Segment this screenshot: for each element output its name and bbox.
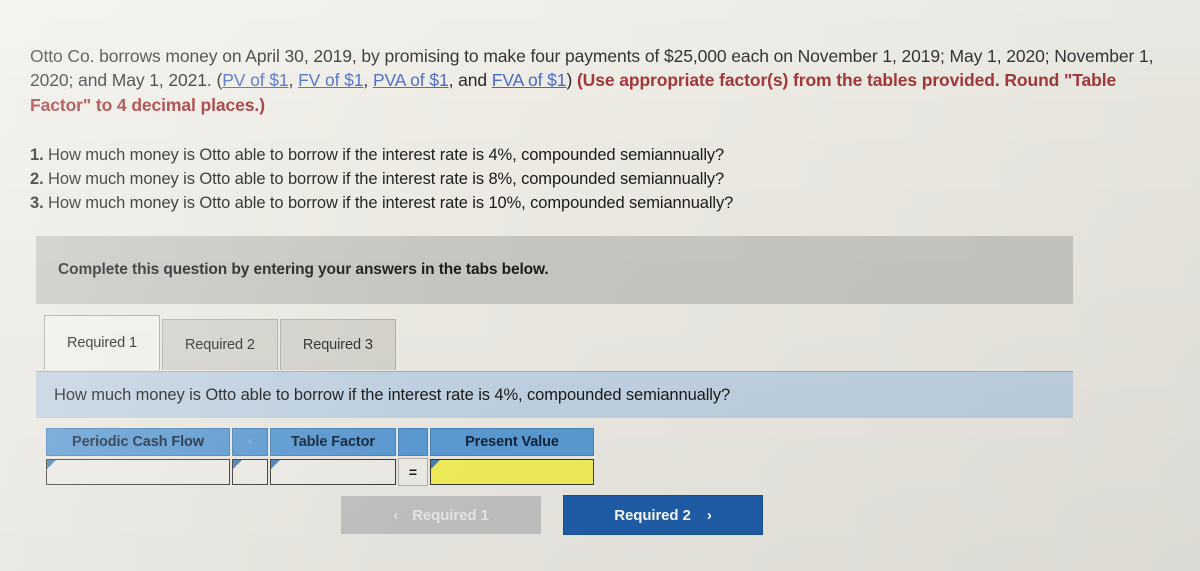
sub-question-text: How much money is Otto able to borrow if… <box>54 385 731 404</box>
cell-marker-icon <box>271 460 280 469</box>
question-stem: Otto Co. borrows money on April 30, 2019… <box>30 44 1180 117</box>
next-required-2-button[interactable]: Required 2 › <box>563 495 763 535</box>
cell-multiply-operator <box>232 458 268 486</box>
requirements-list: 1. How much money is Otto able to borrow… <box>30 144 1030 215</box>
header-present-value: Present Value <box>430 428 594 456</box>
answer-table-header-row: Periodic Cash Flow × Table Factor Presen… <box>46 428 594 456</box>
tab-required-3[interactable]: Required 3 <box>279 319 396 370</box>
tab-required-2[interactable]: Required 2 <box>161 319 278 370</box>
cell-present-value <box>430 458 594 486</box>
stem-close-paren: ) <box>566 70 577 91</box>
requirement-tabs: Required 1 Required 2 Required 3 <box>44 315 398 370</box>
tab-required-3-label: Required 3 <box>302 337 373 353</box>
navigation-buttons: ‹ Required 1 Required 2 › <box>341 495 763 535</box>
cell-marker-icon <box>431 460 440 469</box>
table-factor-input[interactable] <box>270 459 396 485</box>
cell-marker-icon <box>233 460 242 469</box>
requirement-number-1: 1. <box>30 146 44 164</box>
cell-marker-icon <box>47 460 56 469</box>
requirement-number-2: 2. <box>30 169 44 188</box>
complete-question-bar: Complete this question by entering your … <box>36 236 1073 304</box>
chevron-left-icon: ‹ <box>393 506 399 524</box>
link-fva-of-1[interactable]: FVA of $1 <box>492 70 567 90</box>
header-equals-spacer <box>398 428 428 456</box>
question-page: Otto Co. borrows money on April 30, 2019… <box>0 0 1200 571</box>
prev-button-label: Required 1 <box>412 506 489 524</box>
header-periodic-cash-flow: Periodic Cash Flow <box>46 428 230 456</box>
tab-required-1-label: Required 1 <box>67 335 137 351</box>
cell-periodic-cash-flow <box>46 458 230 486</box>
complete-question-text: Complete this question by entering your … <box>58 261 549 278</box>
periodic-cash-flow-input[interactable] <box>46 459 230 485</box>
tab-required-1[interactable]: Required 1 <box>44 315 160 370</box>
link-pv-of-1[interactable]: PV of $1 <box>222 70 288 90</box>
header-multiply-operator: × <box>232 428 268 456</box>
requirement-item-2: 2. How much money is Otto able to borrow… <box>30 168 1030 192</box>
requirement-text-2: How much money is Otto able to borrow if… <box>43 169 725 188</box>
chevron-right-icon: › <box>706 506 712 524</box>
cell-table-factor <box>270 458 396 486</box>
next-button-label: Required 2 <box>614 506 691 524</box>
equals-operator: = <box>398 458 428 486</box>
prev-required-1-button[interactable]: ‹ Required 1 <box>341 496 541 534</box>
answer-table-row: = <box>46 458 594 486</box>
header-table-factor: Table Factor <box>270 428 396 456</box>
stem-separator-2: , <box>363 70 373 91</box>
tab-required-2-label: Required 2 <box>184 337 255 353</box>
link-pva-of-1[interactable]: PVA of $1 <box>373 70 449 90</box>
requirement-item-3: 3. How much money is Otto able to borrow… <box>30 192 1030 216</box>
requirement-number-3: 3. <box>30 193 44 212</box>
stem-separator-3: , and <box>448 70 492 91</box>
requirement-item-1: 1. How much money is Otto able to borrow… <box>30 144 1030 168</box>
sub-question-bar: How much money is Otto able to borrow if… <box>36 371 1073 418</box>
multiply-operator-cell[interactable] <box>232 459 268 485</box>
link-fv-of-1[interactable]: FV of $1 <box>298 70 363 90</box>
stem-separator-1: , <box>288 70 299 91</box>
requirement-text-3: How much money is Otto able to borrow if… <box>43 193 734 212</box>
present-value-input[interactable] <box>430 459 594 485</box>
answer-table: Periodic Cash Flow × Table Factor Presen… <box>44 426 596 488</box>
requirement-text-1: How much money is Otto able to borrow if… <box>43 146 725 164</box>
